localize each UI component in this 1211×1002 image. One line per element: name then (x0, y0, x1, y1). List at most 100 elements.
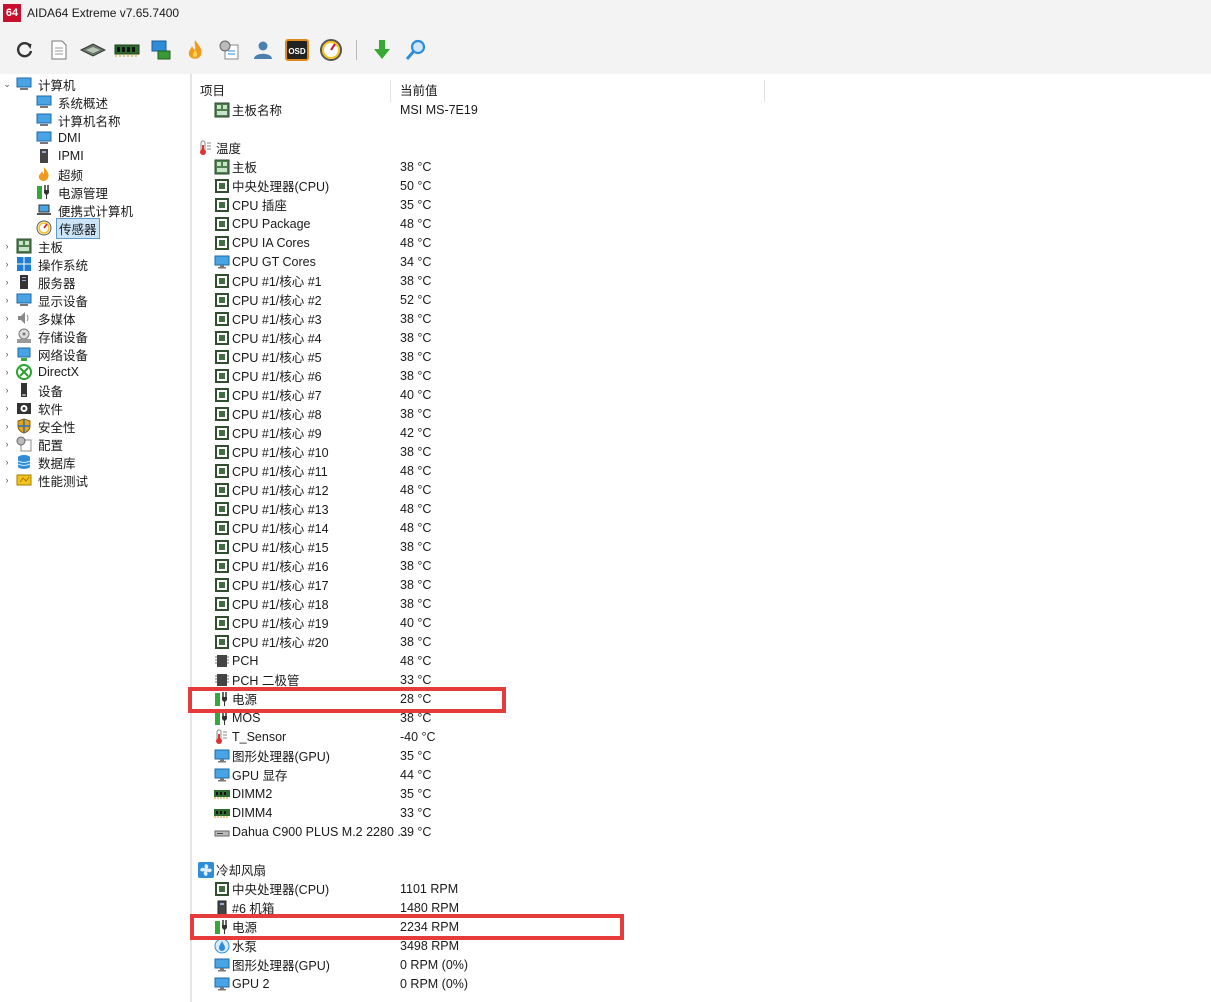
section-cooling-fans[interactable]: 冷却风扇 (192, 860, 792, 879)
temp-row[interactable]: CPU #1/核心 #2 52 °C (192, 290, 792, 309)
item-label: CPU #1/核心 #5 (232, 351, 322, 365)
report-icon[interactable] (44, 35, 74, 65)
chevron-right-icon[interactable]: › (2, 331, 12, 341)
temp-row[interactable]: CPU #1/核心 #18 38 °C (192, 594, 792, 613)
temp-row[interactable]: CPU 插座 35 °C (192, 195, 792, 214)
chevron-right-icon[interactable]: › (2, 421, 12, 431)
tree-item-overclock[interactable]: 超频 (22, 165, 85, 183)
refresh-icon[interactable] (10, 35, 40, 65)
tree-item-storage[interactable]: › 存储设备 (2, 327, 90, 345)
network-icon[interactable] (146, 35, 176, 65)
temp-row[interactable]: CPU #1/核心 #20 38 °C (192, 632, 792, 651)
chevron-right-icon[interactable]: › (2, 367, 12, 377)
tree-item-dmi[interactable]: DMI (22, 129, 83, 147)
user-icon[interactable] (248, 35, 278, 65)
item-cell: 图形处理器(GPU) (214, 746, 330, 765)
chevron-right-icon[interactable]: › (2, 277, 12, 287)
chevron-right-icon[interactable]: › (2, 349, 12, 359)
temp-row[interactable]: CPU #1/核心 #7 40 °C (192, 385, 792, 404)
chevron-right-icon[interactable]: › (2, 295, 12, 305)
temp-row[interactable]: CPU #1/核心 #3 38 °C (192, 309, 792, 328)
temp-row[interactable]: PCH 48 °C (192, 651, 792, 670)
column-separator[interactable] (764, 80, 765, 102)
tree-item-directx[interactable]: › DirectX (2, 363, 81, 381)
gauge-icon[interactable] (316, 35, 346, 65)
tree-item-config[interactable]: › 配置 (2, 435, 65, 453)
monitor-icon (36, 94, 52, 110)
network-icon (16, 346, 32, 362)
tree-item-power-management[interactable]: 电源管理 (22, 183, 110, 201)
section-temperature[interactable]: 温度 (192, 138, 792, 157)
temp-row[interactable]: CPU #1/核心 #19 40 °C (192, 613, 792, 632)
chevron-right-icon[interactable]: › (2, 439, 12, 449)
flame-icon[interactable] (180, 35, 210, 65)
memory-icon[interactable] (112, 35, 142, 65)
tree-item-sensor[interactable]: 传感器 (22, 217, 100, 239)
temp-row[interactable]: 图形处理器(GPU) 35 °C (192, 746, 792, 765)
row-board-name[interactable]: 主板名称 MSI MS-7E19 (192, 100, 792, 119)
chevron-right-icon[interactable]: › (2, 385, 12, 395)
fan-row[interactable]: 中央处理器(CPU) 1101 RPM (192, 879, 792, 898)
temp-row[interactable]: CPU #1/核心 #14 48 °C (192, 518, 792, 537)
chevron-down-icon[interactable]: ⌄ (2, 79, 12, 90)
chevron-right-icon[interactable]: › (2, 475, 12, 485)
temp-row[interactable]: Dahua C900 PLUS M.2 2280 ... 39 °C (192, 822, 792, 841)
temp-row[interactable]: CPU #1/核心 #9 42 °C (192, 423, 792, 442)
temp-row[interactable]: CPU #1/核心 #8 38 °C (192, 404, 792, 423)
fan-row[interactable]: 图形处理器(GPU) 0 RPM (0%) (192, 955, 792, 974)
temp-row[interactable]: CPU #1/核心 #12 48 °C (192, 480, 792, 499)
temp-row[interactable]: CPU #1/核心 #16 38 °C (192, 556, 792, 575)
temp-row[interactable]: 中央处理器(CPU) 50 °C (192, 176, 792, 195)
item-label: CPU #1/核心 #8 (232, 408, 322, 422)
temp-row[interactable]: CPU #1/核心 #13 48 °C (192, 499, 792, 518)
download-icon[interactable] (367, 35, 397, 65)
tree-item-computer-name[interactable]: 计算机名称 (22, 111, 123, 129)
tree-item-server[interactable]: › 服务器 (2, 273, 78, 291)
config-icon[interactable] (214, 35, 244, 65)
tree-item-database[interactable]: › 数据库 (2, 453, 78, 471)
tree-item-system-summary[interactable]: 系统概述 (22, 93, 110, 111)
value-cell: 39 °C (400, 824, 432, 839)
temp-row[interactable]: GPU 显存 44 °C (192, 765, 792, 784)
chevron-right-icon[interactable]: › (2, 403, 12, 413)
temp-row[interactable]: CPU #1/核心 #5 38 °C (192, 347, 792, 366)
temp-row[interactable]: CPU #1/核心 #15 38 °C (192, 537, 792, 556)
fan-row[interactable]: GPU 2 0 RPM (0%) (192, 974, 792, 993)
temp-row[interactable]: CPU #1/核心 #4 38 °C (192, 328, 792, 347)
tree-item-network[interactable]: › 网络设备 (2, 345, 90, 363)
temp-row[interactable]: CPU #1/核心 #1 38 °C (192, 271, 792, 290)
temp-row[interactable]: CPU #1/核心 #10 38 °C (192, 442, 792, 461)
tree-item-security[interactable]: › 安全性 (2, 417, 78, 435)
temp-row[interactable]: CPU #1/核心 #11 48 °C (192, 461, 792, 480)
temp-row[interactable]: DIMM2 35 °C (192, 784, 792, 803)
tree-item-portable-computer[interactable]: 便携式计算机 (22, 201, 135, 219)
tree-item-display[interactable]: › 显示设备 (2, 291, 90, 309)
chevron-right-icon[interactable]: › (2, 457, 12, 467)
tree-item-software[interactable]: › 软件 (2, 399, 65, 417)
temp-row[interactable]: CPU IA Cores 48 °C (192, 233, 792, 252)
chevron-right-icon[interactable]: › (2, 259, 12, 269)
column-separator[interactable] (390, 80, 391, 102)
tree-item-benchmark[interactable]: › 性能测试 (2, 471, 90, 489)
temp-row[interactable]: CPU #1/核心 #6 38 °C (192, 366, 792, 385)
tree-item-motherboard[interactable]: › 主板 (2, 237, 65, 255)
osd-icon[interactable]: OSD (282, 35, 312, 65)
temp-row[interactable]: T_Sensor -40 °C (192, 727, 792, 746)
column-header-item[interactable]: 项目 (200, 80, 225, 98)
temp-row[interactable]: CPU Package 48 °C (192, 214, 792, 233)
tree-item-operating-system[interactable]: › 操作系统 (2, 255, 90, 273)
temp-row[interactable]: CPU #1/核心 #17 38 °C (192, 575, 792, 594)
temp-row[interactable]: 主板 38 °C (192, 157, 792, 176)
tree-item-devices[interactable]: › 设备 (2, 381, 65, 399)
motherboard-icon[interactable] (78, 35, 108, 65)
chevron-right-icon[interactable]: › (2, 313, 12, 323)
tree-item-multimedia[interactable]: › 多媒体 (2, 309, 78, 327)
temp-row[interactable]: DIMM4 33 °C (192, 803, 792, 822)
chevron-right-icon[interactable]: › (2, 241, 12, 251)
column-header-value[interactable]: 当前值 (400, 80, 438, 98)
tree-item-ipmi[interactable]: IPMI (22, 147, 86, 165)
temp-row[interactable]: CPU GT Cores 34 °C (192, 252, 792, 271)
search-icon[interactable] (401, 35, 431, 65)
tree-item-computer[interactable]: ⌄ 计算机 (2, 75, 78, 93)
item-cell: 图形处理器(GPU) (214, 955, 330, 974)
